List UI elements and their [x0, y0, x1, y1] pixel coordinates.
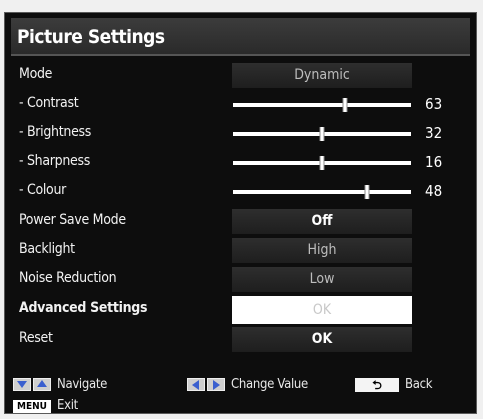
menu-key-icon: MENU: [13, 400, 51, 413]
return-arrow-icon: ⮌: [355, 378, 399, 392]
noise-reduction-row[interactable]: Noise Reduction Low: [5, 265, 478, 294]
contrast-slider-knob[interactable]: [342, 98, 348, 112]
brightness-slider[interactable]: [233, 127, 411, 141]
picture-settings-menu: Picture Settings Mode Dynamic - Contrast…: [4, 12, 477, 414]
down-arrow-icon: [13, 378, 31, 391]
exit-hint: Exit: [57, 398, 78, 413]
mode-row[interactable]: Mode Dynamic: [5, 61, 478, 90]
reset-label: Reset: [19, 330, 53, 346]
power-save-mode-value[interactable]: Off: [232, 209, 412, 234]
back-hint: Back: [405, 377, 433, 392]
advanced-settings-value[interactable]: OK: [232, 296, 412, 324]
left-arrow-icon: [187, 378, 205, 391]
sharpness-slider-knob[interactable]: [319, 156, 325, 170]
mode-label: Mode: [19, 66, 53, 82]
colour-row[interactable]: - Colour 48: [5, 177, 478, 206]
power-save-mode-label: Power Save Mode: [19, 212, 126, 228]
contrast-slider[interactable]: [233, 98, 411, 112]
power-save-mode-row[interactable]: Power Save Mode Off: [5, 207, 478, 236]
title-bar: Picture Settings: [11, 18, 470, 56]
advanced-settings-row[interactable]: Advanced Settings OK: [5, 295, 478, 324]
colour-value: 48: [425, 182, 443, 200]
mode-value[interactable]: Dynamic: [232, 63, 412, 88]
brightness-row[interactable]: - Brightness 32: [5, 119, 478, 148]
menu-title: Picture Settings: [17, 26, 165, 48]
brightness-value: 32: [425, 124, 443, 142]
sharpness-label: - Sharpness: [19, 153, 90, 169]
colour-slider-knob[interactable]: [364, 185, 369, 199]
colour-label: - Colour: [19, 182, 67, 198]
colour-slider[interactable]: [233, 185, 411, 199]
backlight-row[interactable]: Backlight High: [5, 236, 478, 265]
sharpness-value: 16: [425, 153, 443, 171]
advanced-settings-label: Advanced Settings: [19, 300, 148, 316]
help-footer: Navigate MENU Exit Change Value ⮌ Back: [5, 373, 478, 415]
sharpness-slider[interactable]: [233, 156, 411, 170]
contrast-value: 63: [425, 95, 443, 113]
noise-reduction-label: Noise Reduction: [19, 270, 117, 286]
navigate-hint: Navigate: [57, 377, 108, 392]
contrast-label: - Contrast: [19, 95, 79, 111]
brightness-slider-knob[interactable]: [319, 127, 325, 141]
up-arrow-icon: [33, 378, 51, 391]
reset-row[interactable]: Reset OK: [5, 325, 478, 354]
sharpness-row[interactable]: - Sharpness 16: [5, 148, 478, 177]
backlight-value[interactable]: High: [232, 238, 412, 263]
noise-reduction-value[interactable]: Low: [232, 267, 412, 292]
backlight-label: Backlight: [19, 241, 75, 257]
brightness-label: - Brightness: [19, 124, 92, 140]
right-arrow-icon: [207, 378, 225, 391]
change-value-hint: Change Value: [231, 377, 308, 392]
reset-value[interactable]: OK: [232, 327, 412, 352]
contrast-row[interactable]: - Contrast 63: [5, 90, 478, 119]
